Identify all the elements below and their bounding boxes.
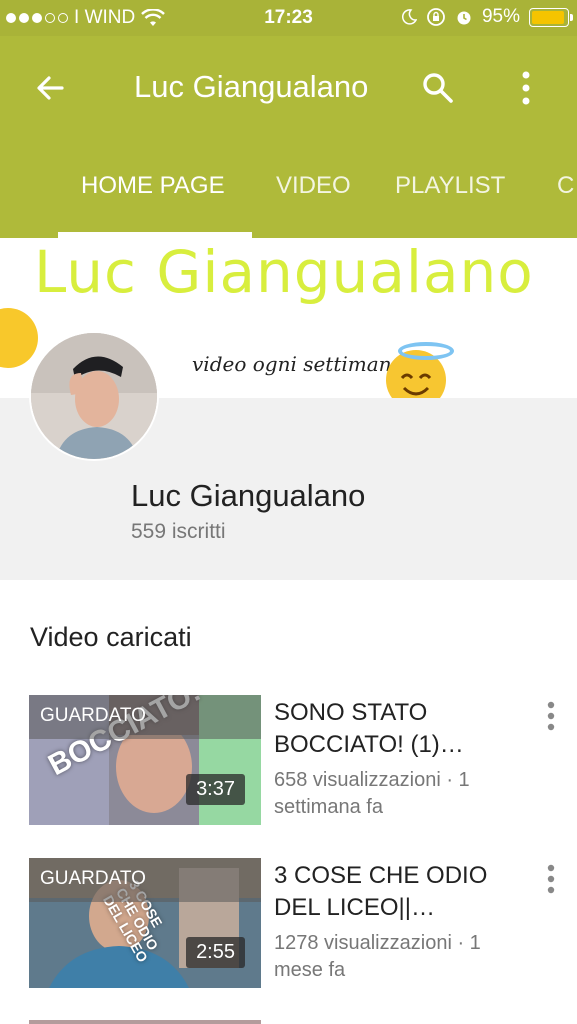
battery-percent: 95% [481,6,520,27]
video-duration: 3:37 [186,774,245,805]
video-duration: 2:55 [186,937,245,968]
alarm-icon [457,11,471,25]
laughing-emoji-icon [0,308,38,368]
status-right: 95% [401,6,573,28]
watched-label: GUARDATO [40,705,146,726]
video-meta: 658 visualizzazioni · 1 settimana fa [274,769,470,818]
banner-title: Luc Giangualano [34,238,534,306]
search-button[interactable] [416,66,460,110]
watched-badge: GUARDATO [29,858,261,902]
battery-level [532,10,565,24]
watched-label: GUARDATO [40,868,146,889]
section-title: Video caricati [30,622,192,652]
tab-playlist[interactable]: PLAYLIST [395,172,505,200]
more-vertical-icon [547,701,555,731]
search-icon [423,73,453,103]
subscriber-count: 559 iscritti [131,520,226,543]
more-vertical-icon [522,71,530,105]
tab-video[interactable]: VIDEO [276,172,351,200]
page-title: Luc Giangualano [134,69,369,104]
video-list-item[interactable]: 3 COSE CHE ODIO DEL LICEO GUARDATO 2:55 … [0,858,577,990]
halo-icon [398,342,454,360]
video-title[interactable]: SONO STATO BOCCIATO! (1)… [274,697,529,761]
channel-avatar[interactable] [29,331,159,461]
video-menu-button[interactable] [534,862,568,896]
app-bar: Luc Giangualano HOME PAGE VIDEO PLAYLIST… [0,36,577,238]
rotation-lock-icon [427,8,445,26]
video-thumbnail-partial[interactable] [29,1020,261,1024]
tab-channels[interactable]: C [557,172,574,200]
back-button[interactable] [28,66,72,110]
tab-bar: HOME PAGE VIDEO PLAYLIST C [0,154,577,238]
watched-badge: GUARDATO [29,695,261,739]
status-bar: I WIND 17:23 95% [0,0,577,36]
tab-home-page[interactable]: HOME PAGE [81,172,225,200]
more-options-button[interactable] [504,66,548,110]
arrow-back-icon [37,76,64,100]
video-meta: 1278 visualizzazioni · 1 mese fa [274,932,481,981]
video-thumbnail[interactable]: 3 COSE CHE ODIO DEL LICEO GUARDATO 2:55 [29,858,261,988]
video-title[interactable]: 3 COSE CHE ODIO DEL LICEO||… [274,860,529,924]
video-list-item[interactable]: BOCCIATO! GUARDATO 3:37 SONO STATO BOCCI… [0,695,577,827]
video-thumbnail[interactable]: BOCCIATO! GUARDATO 3:37 [29,695,261,825]
video-menu-button[interactable] [534,699,568,733]
more-vertical-icon [547,864,555,894]
moon-icon [401,9,417,25]
battery-icon [529,7,573,27]
channel-name: Luc Giangualano [131,478,366,513]
banner-subtitle: video ogni settimana [192,352,404,376]
